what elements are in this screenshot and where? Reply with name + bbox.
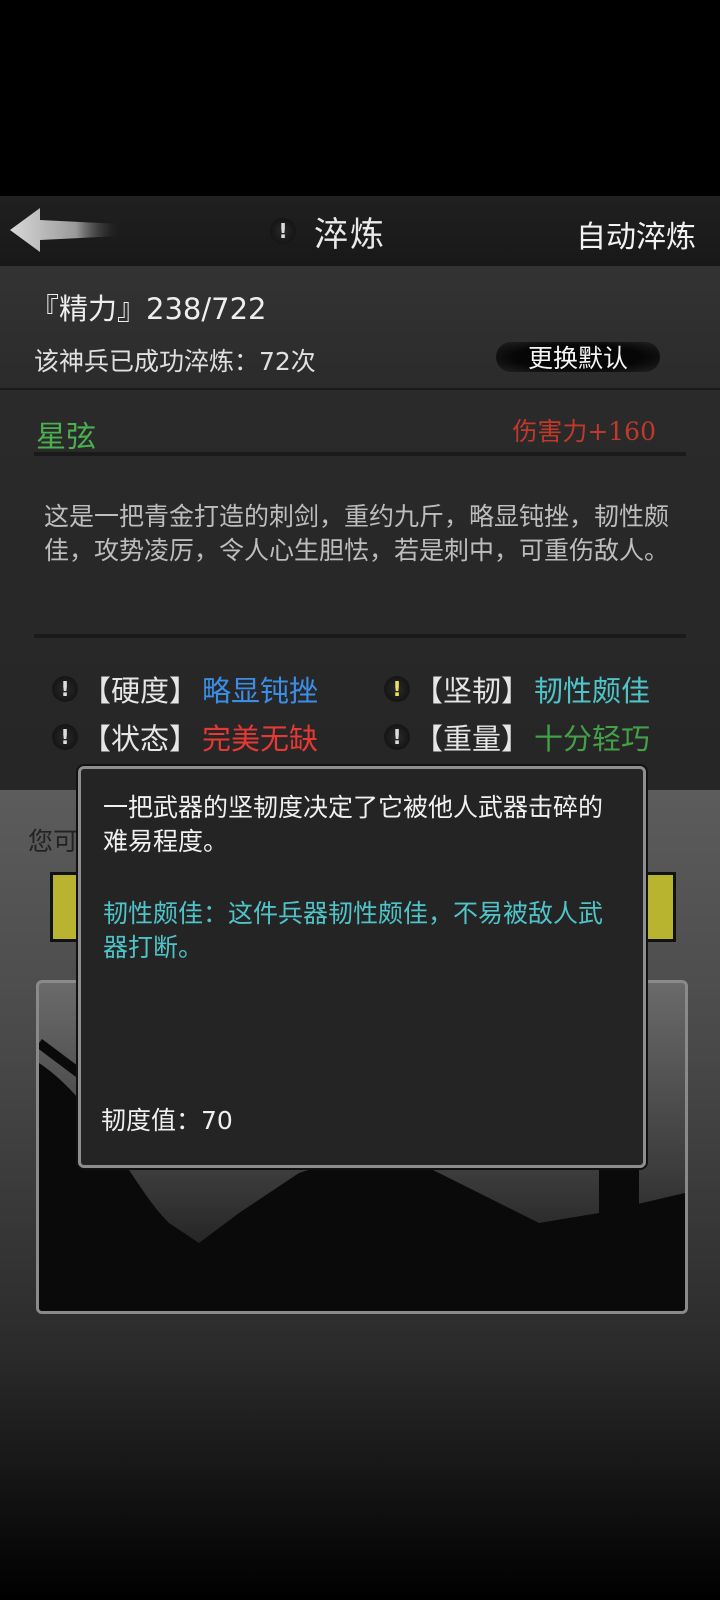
damage-value: 伤害力+160 (512, 417, 656, 446)
attribute-hardness[interactable]: ! 【硬度】 略显钝挫 (52, 668, 318, 710)
top-bar: ! 淬炼 自动淬炼 (0, 196, 720, 268)
tooltip-main-text: 一把武器的坚韧度决定了它被他人武器击碎的难易程度。 (103, 793, 604, 856)
attribute-label: 【坚韧】 (414, 674, 531, 708)
tooltip-detail-text: 韧性颇佳：这件兵器韧性颇佳，不易被敌人武器打断。 (103, 899, 604, 962)
hint-text: 您可 (28, 827, 79, 856)
stats-panel: 『精力』238/722 该神兵已成功淬炼：72次 更换默认 (0, 266, 720, 391)
weapon-description: 这是一把青金打造的刺剑，重约九斤，略显钝挫，韧性颇佳，攻势凌厉，令人心生胆怯，若… (44, 502, 670, 565)
change-default-button[interactable]: 更换默认 (496, 342, 660, 373)
exclamation-icon[interactable]: ! (384, 724, 410, 750)
exclamation-icon[interactable]: ! (52, 676, 78, 702)
refine-count-text: 该神兵已成功淬炼：72次 (34, 347, 316, 376)
attribute-label: 【状态】 (82, 722, 199, 756)
attribute-weight[interactable]: ! 【重量】 十分轻巧 (384, 716, 650, 758)
energy-value: 『精力』238/722 (30, 292, 267, 326)
attribute-value: 十分轻巧 (534, 722, 651, 756)
attribute-value: 韧性颇佳 (534, 674, 651, 708)
attribute-label: 【重量】 (414, 722, 531, 756)
exclamation-icon[interactable]: ! (384, 676, 410, 702)
attribute-status[interactable]: ! 【状态】 完美无缺 (52, 716, 318, 758)
title-group: ! 淬炼 (270, 206, 386, 256)
tooltip-popup: 一把武器的坚韧度决定了它被他人武器击碎的难易程度。 韧性颇佳：这件兵器韧性颇佳，… (78, 766, 646, 1168)
divider (34, 452, 686, 456)
back-arrow-icon[interactable] (10, 208, 120, 252)
page-title: 淬炼 (314, 214, 386, 255)
exclamation-icon[interactable]: ! (52, 724, 78, 750)
attribute-value: 完美无缺 (202, 722, 319, 756)
auto-refine-button[interactable]: 自动淬炼 (576, 212, 696, 256)
attribute-value: 略显钝挫 (202, 674, 319, 708)
weapon-name: 星弦 (36, 420, 96, 455)
attribute-toughness[interactable]: ! 【坚韧】 韧性颇佳 (384, 668, 650, 710)
weapon-panel: 星弦 伤害力+160 这是一把青金打造的刺剑，重约九斤，略显钝挫，韧性颇佳，攻势… (0, 390, 720, 790)
tooltip-value: 韧度值：70 (101, 1106, 233, 1135)
attribute-label: 【硬度】 (82, 674, 199, 708)
divider (34, 634, 686, 638)
exclamation-icon[interactable]: ! (270, 218, 296, 244)
